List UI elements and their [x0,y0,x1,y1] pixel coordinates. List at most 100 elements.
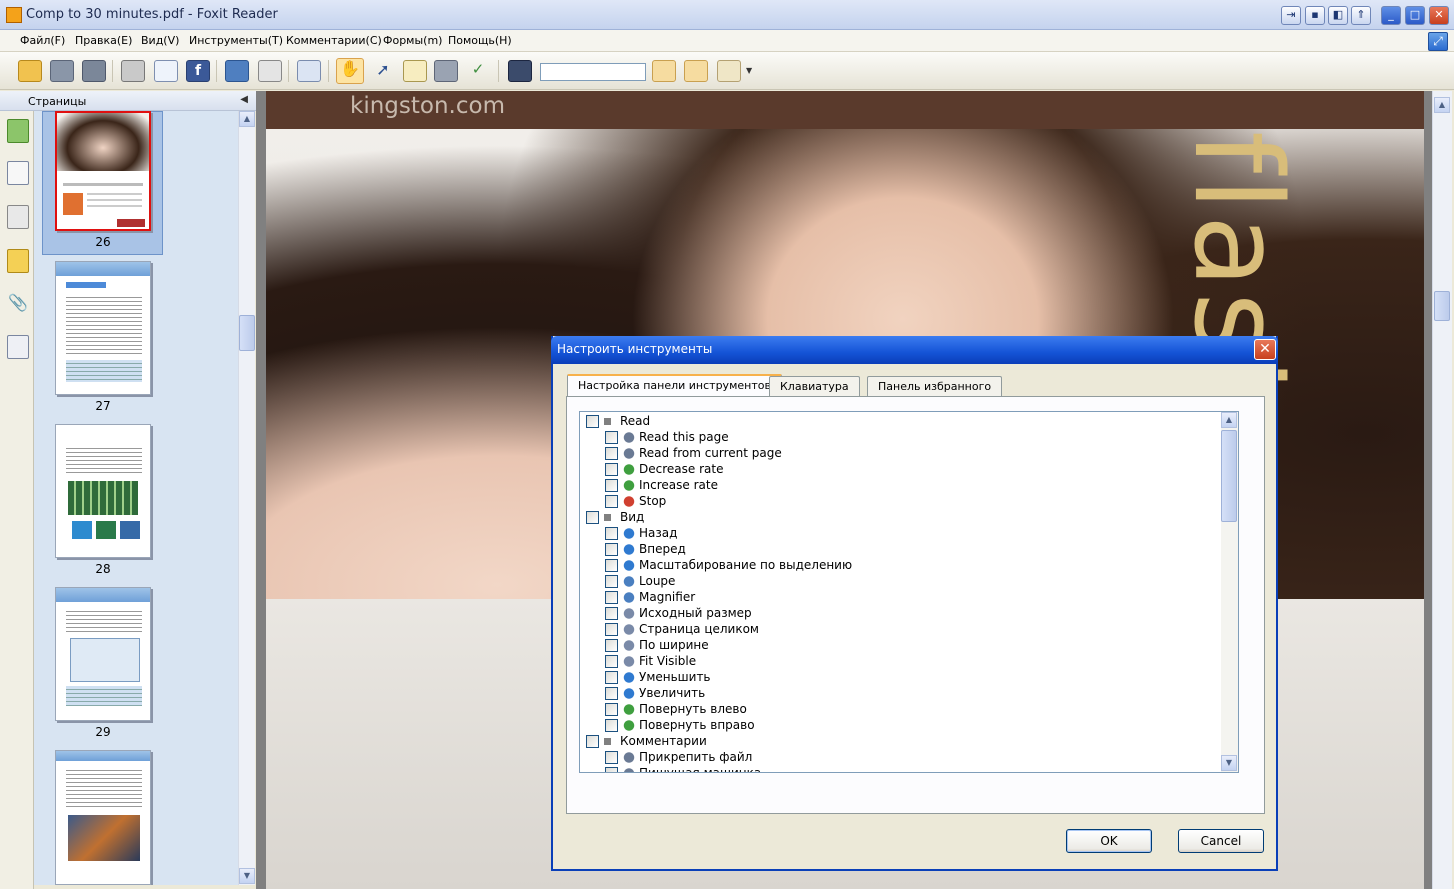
signatures-tab-icon[interactable] [7,335,29,359]
tree-checkbox[interactable] [586,511,599,524]
tree-scrollbar[interactable]: ▲ ▼ [1221,412,1238,772]
dropdown-arrow-icon[interactable]: ▼ [746,66,752,75]
attachments-tab-icon[interactable]: 📎 [7,293,29,317]
tree-checkbox[interactable] [605,591,618,604]
tree-checkbox[interactable] [605,703,618,716]
layout-icon[interactable]: ▪ [1305,6,1325,25]
tree-row-label: Исходный размер [639,606,752,620]
tree-row-label: Вперед [639,542,686,556]
thumbnails-scrollbar[interactable]: ▲ ▼ [238,111,255,885]
close-button[interactable]: ✕ [1429,6,1449,25]
menu-comments[interactable]: Комментарии(C) [286,34,382,47]
pages-tab-icon[interactable] [7,161,29,185]
tree-checkbox[interactable] [605,607,618,620]
email-icon[interactable] [154,60,178,82]
print-icon[interactable] [121,60,145,82]
snapshot-icon[interactable] [434,60,458,82]
tree-checkbox[interactable] [605,687,618,700]
spell-check-icon[interactable]: ✓ [466,60,490,82]
thumbnail-page-30[interactable] [55,750,151,885]
maximize-button[interactable]: □ [1405,6,1425,25]
save-icon[interactable] [50,60,74,82]
tree-checkbox[interactable] [605,495,618,508]
tree-checkbox[interactable] [605,655,618,668]
restore-view-icon[interactable]: ⤢ [1428,32,1448,51]
thumbnail-page-29[interactable] [55,587,151,721]
scroll-thumb[interactable] [239,315,255,351]
tool-icon [621,718,637,733]
tree-checkbox[interactable] [605,463,618,476]
tree-row-label: Read from current page [639,446,782,460]
menu-forms[interactable]: Формы(m) [383,34,442,47]
facebook-icon[interactable]: f [186,60,210,82]
menu-file[interactable]: Файл(F) [20,34,65,47]
tree-checkbox[interactable] [586,415,599,428]
menu-help[interactable]: Помощь(H) [448,34,512,47]
main-toolbar: f ✋ ➚ ✓ ▼ [0,52,1454,90]
update-icon[interactable]: ⇑ [1351,6,1371,25]
thumbnail-page-28[interactable] [55,424,151,558]
find-previous-icon[interactable] [652,60,676,82]
tree-checkbox[interactable] [605,671,618,684]
cancel-button[interactable]: Cancel [1178,829,1264,853]
scroll-thumb[interactable] [1221,430,1237,522]
tree-checkbox[interactable] [605,719,618,732]
tree-checkbox[interactable] [605,527,618,540]
select-text-icon[interactable] [403,60,427,82]
thumbnail-page-26[interactable] [55,111,151,231]
scroll-up-icon[interactable]: ▲ [239,111,255,127]
tree-checkbox[interactable] [605,751,618,764]
tree-checkbox[interactable] [586,735,599,748]
toolbar-separator [498,60,499,82]
tool-icon [621,558,637,573]
bookmarks-tab-icon[interactable] [7,119,29,143]
tree-checkbox[interactable] [605,639,618,652]
scroll-up-icon[interactable]: ▲ [1221,412,1237,428]
menu-view[interactable]: Вид(V) [141,34,179,47]
side-tab-strip: 📎 [0,111,34,889]
tree-checkbox[interactable] [605,575,618,588]
tool-icon [621,606,637,621]
dialog-close-icon[interactable]: ✕ [1254,339,1276,360]
tree-checkbox[interactable] [605,447,618,460]
save-as-icon[interactable] [82,60,106,82]
tools-tree: Read Read this page Read from current page… [579,411,1239,773]
scroll-thumb[interactable] [1434,291,1450,321]
scroll-down-icon[interactable]: ▼ [1221,755,1237,771]
pin-icon[interactable]: ⇥ [1281,6,1301,25]
search-input[interactable] [540,63,646,81]
tree-checkbox[interactable] [605,767,618,772]
find-text-icon[interactable] [258,60,282,82]
tree-checkbox[interactable] [605,431,618,444]
menu-tools[interactable]: Инструменты(T) [189,34,283,47]
hand-tool-icon[interactable]: ✋ [336,58,364,84]
minimize-button[interactable]: _ [1381,6,1401,25]
scroll-down-icon[interactable]: ▼ [239,868,255,884]
tree-checkbox[interactable] [605,623,618,636]
tab-favorites[interactable]: Панель избранного [867,376,1003,396]
scroll-up-icon[interactable]: ▲ [1434,97,1450,113]
comments-tab-icon[interactable] [7,249,29,273]
layout-icon[interactable] [297,60,321,82]
tool-icon [621,686,637,701]
tree-checkbox[interactable] [605,543,618,556]
thumbnail-page-27[interactable] [55,261,151,395]
layers-tab-icon[interactable] [7,205,29,229]
tab-keyboard[interactable]: Клавиатура [769,376,860,396]
find-next-icon[interactable] [684,60,708,82]
tool-icon [621,590,637,605]
document-scrollbar[interactable]: ▲ [1432,91,1452,889]
binoculars-icon[interactable] [508,60,532,82]
tab-toolbar-settings[interactable]: Настройка панели инструментов [567,374,782,397]
collapse-panel-icon[interactable]: ◀ [240,94,248,105]
fullscreen-icon[interactable] [225,60,249,82]
highlight-tool-icon[interactable] [717,60,741,82]
skin-icon[interactable]: ◧ [1328,6,1348,25]
tree-checkbox[interactable] [605,479,618,492]
foxit-app-icon [6,7,22,23]
menu-edit[interactable]: Правка(E) [75,34,132,47]
open-folder-icon[interactable] [18,60,42,82]
ok-button[interactable]: OK [1066,829,1152,853]
tree-checkbox[interactable] [605,559,618,572]
select-arrow-icon[interactable]: ➚ [371,60,395,82]
